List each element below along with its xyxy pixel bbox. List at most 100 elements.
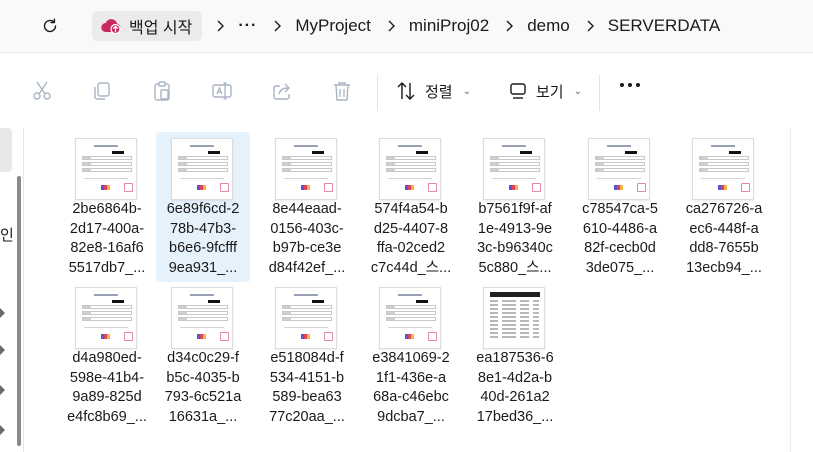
file-name: 574f4a54-b d25-4407-8 ffa-02ced2 c7c44d_스..… <box>366 200 456 278</box>
document-thumbnail <box>75 287 137 349</box>
file-name: c78547ca-5 610-4486-a 82f-cecb0d 3de075_... <box>575 200 665 278</box>
file-name: d34c0c29-f b5c-4035-b 793-6c521a 16631a_... <box>158 349 248 427</box>
more-options-button[interactable] <box>620 83 640 87</box>
file-name: ca276726-a ec6-448f-a dd8-7655b 13ecb94_... <box>679 200 769 278</box>
more-locations-icon[interactable]: ··· <box>236 17 259 35</box>
chevron-down-icon: ⌄ <box>573 85 582 97</box>
file-item[interactable]: 574f4a54-b d25-4407-8 ffa-02ced2 c7c44d_스..… <box>364 132 458 282</box>
file-name: d4a980ed- 598e-41b4- 9a89-825d e4fc8b69_... <box>62 349 152 427</box>
document-thumbnail <box>692 138 754 200</box>
file-name: 8e44eaad- 0156-403c-b97b-ce3e d84f42ef_... <box>262 200 352 278</box>
file-name-line: e518084d-f <box>270 350 344 366</box>
rename-button[interactable] <box>208 77 236 105</box>
breadcrumb-myproject[interactable]: MyProject <box>293 16 373 36</box>
file-name-line: 78b-47b3- <box>169 220 237 237</box>
file-name-line: 793-6c521a <box>164 389 242 405</box>
file-name-line: 40d-261a2 <box>480 389 550 405</box>
spreadsheet-thumbnail <box>483 287 545 349</box>
chevron-right-icon[interactable] <box>505 20 514 32</box>
cloud-backup-icon <box>101 19 121 35</box>
expand-arrow-icon[interactable] <box>0 385 5 395</box>
cut-button[interactable] <box>28 77 56 105</box>
file-name-line: c78547ca-5 <box>582 201 658 217</box>
file-name-line: 589-bea63 <box>272 389 342 405</box>
file-name-line: d34c0c29-f <box>167 350 239 366</box>
file-name-line: 77c20aa_... <box>269 408 345 425</box>
file-name-line: c7c44d_스... <box>370 259 452 276</box>
file-name-line: 5c880_스... <box>478 259 552 276</box>
paste-button[interactable] <box>148 77 176 105</box>
file-name-line: 3de075_... <box>585 259 655 276</box>
file-item[interactable]: 8e44eaad- 0156-403c-b97b-ce3e d84f42ef_... <box>260 132 354 282</box>
file-name-line: e4fc8b69_... <box>67 408 147 425</box>
command-bar: 정렬 ⌄ 보기 ⌄ <box>0 52 813 128</box>
expand-arrow-icon[interactable] <box>0 425 5 435</box>
file-name-line: 0156-403c- <box>270 220 344 237</box>
scissors-icon <box>33 81 51 100</box>
document-thumbnail <box>379 138 441 200</box>
file-name-line: 68a-c46ebc <box>373 389 449 405</box>
file-name-line: 3c-b96340c <box>477 240 553 256</box>
file-item[interactable]: 6e89f6cd-2 78b-47b3- b6e6-9fcfff 9ea931_... <box>156 132 250 282</box>
file-name-line: d4a980ed- <box>72 350 142 366</box>
file-name-line: 574f4a54-b <box>374 201 448 217</box>
file-name-line: 598e-41b4- <box>69 369 145 386</box>
file-name-line: d84f42ef_... <box>268 259 346 276</box>
sort-label: 정렬 <box>425 83 453 101</box>
file-item[interactable]: ca276726-a ec6-448f-a dd8-7655b 13ecb94_... <box>677 132 771 282</box>
trash-icon <box>334 82 350 101</box>
expand-arrow-icon[interactable] <box>0 308 5 318</box>
file-item[interactable]: 2be6864b- 2d17-400a- 82e8-16af6 5517db7_... <box>60 132 154 282</box>
paste-icon <box>154 81 170 101</box>
nav-selected-item[interactable] <box>0 128 12 172</box>
share-icon <box>273 83 290 100</box>
chevron-down-icon: ⌄ <box>462 85 471 97</box>
file-name-line: b97b-ce3e <box>272 240 342 256</box>
chevron-right-icon[interactable] <box>387 20 395 32</box>
sort-button[interactable]: 정렬 ⌄ <box>395 75 471 107</box>
file-name-line: 2d17-400a- <box>69 220 145 237</box>
file-name-line: 6e89f6cd-2 <box>166 201 240 217</box>
start-backup-button[interactable]: 백업 시작 <box>92 11 203 41</box>
chevron-right-icon[interactable] <box>586 20 594 32</box>
file-grid: 2be6864b- 2d17-400a- 82e8-16af6 5517db7_...… <box>25 128 790 452</box>
breadcrumb-demo[interactable]: demo <box>525 16 572 36</box>
file-item[interactable]: ea187536-6 8e1-4d2a-b 40d-261a2 17bed36_... <box>468 281 562 431</box>
document-thumbnail <box>171 287 233 349</box>
file-name: e518084d-f 534-4151-b 589-bea63 77c20aa_... <box>262 349 352 427</box>
file-name-line: 8e44eaad- <box>272 201 342 217</box>
rename-icon <box>212 82 232 100</box>
file-item[interactable]: e3841069-2 1f1-436e-a 68a-c46ebc 9dcba7_... <box>364 281 458 431</box>
delete-button[interactable] <box>328 77 356 105</box>
copy-icon <box>94 82 110 100</box>
file-name-line: 1e-4913-9e <box>477 220 553 237</box>
file-name-line: 9ea931_... <box>168 259 238 276</box>
file-item[interactable]: c78547ca-5 610-4486-a 82f-cecb0d 3de075_... <box>573 132 667 282</box>
document-thumbnail <box>275 138 337 200</box>
file-item[interactable]: e518084d-f 534-4151-b 589-bea63 77c20aa_... <box>260 281 354 431</box>
file-item[interactable]: b7561f9f-af 1e-4913-9e 3c-b96340c 5c880_스..… <box>468 132 562 282</box>
share-button[interactable] <box>268 77 296 105</box>
file-name-line: ea187536-6 <box>476 350 554 366</box>
file-item[interactable]: d34c0c29-f b5c-4035-b 793-6c521a 16631a_... <box>156 281 250 431</box>
file-name: ea187536-6 8e1-4d2a-b 40d-261a2 17bed36_... <box>470 349 560 427</box>
chevron-right-icon[interactable] <box>273 20 282 32</box>
refresh-button[interactable] <box>36 12 64 40</box>
content-scrollbar[interactable] <box>790 128 813 452</box>
file-name-line: ca276726-a <box>685 201 763 217</box>
breadcrumb-serverdata[interactable]: SERVERDATA <box>606 16 722 36</box>
breadcrumb-miniproj02[interactable]: miniProj02 <box>407 16 491 36</box>
document-thumbnail <box>483 138 545 200</box>
file-name-line: 5517db7_... <box>68 259 146 276</box>
nav-scrollbar[interactable] <box>17 176 21 446</box>
view-label: 보기 <box>536 83 564 101</box>
file-name-line: b7561f9f-af <box>478 201 552 217</box>
file-name-line: 534-4151-b <box>269 369 345 386</box>
view-button[interactable]: 보기 ⌄ <box>508 75 582 107</box>
file-item[interactable]: d4a980ed- 598e-41b4- 9a89-825d e4fc8b69_... <box>60 281 154 431</box>
expand-arrow-icon[interactable] <box>0 345 5 355</box>
refresh-icon <box>43 18 57 33</box>
copy-button[interactable] <box>88 77 116 105</box>
chevron-right-icon[interactable] <box>216 20 225 32</box>
file-name-line: d25-4407-8 <box>373 220 449 237</box>
